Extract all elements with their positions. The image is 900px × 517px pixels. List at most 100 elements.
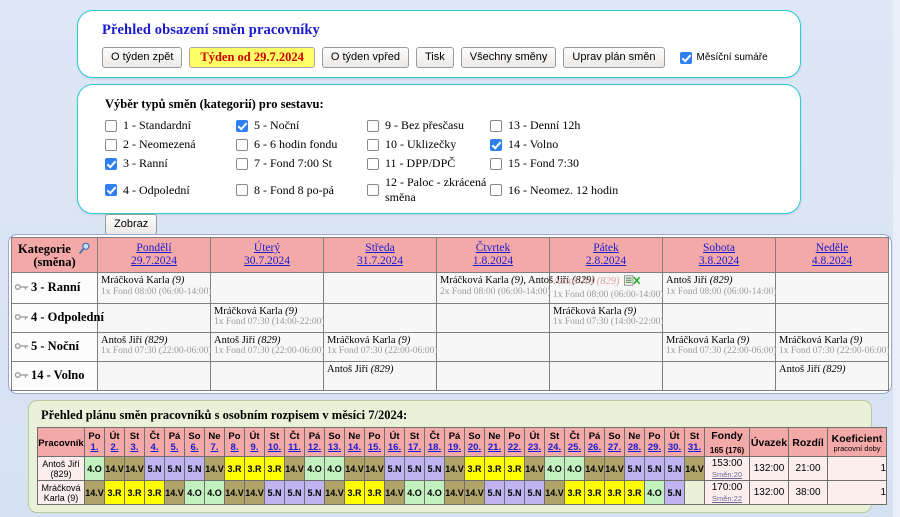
shift-cell-r1-d1[interactable]: Mráčková Karla (9) 1x Fond 07:30 (14:00-2…	[210, 302, 325, 333]
summary-shift-cell-r0-d30[interactable]: 5.N	[664, 456, 685, 481]
checkbox-icon[interactable]	[490, 157, 502, 170]
edit-shift-plan-button[interactable]: Uprav plán směn	[563, 47, 665, 68]
summary-day-header-5[interactable]: Pá 5.	[164, 427, 185, 457]
shift-cell-r3-d6[interactable]: Antoš Jiří (829)	[775, 360, 889, 391]
summary-day-header-26[interactable]: Pá 26.	[584, 427, 605, 457]
shift-cell-r2-d5[interactable]: Mráčková Karla (9) 1x Fond 07:30 (22:00-0…	[662, 331, 777, 362]
summary-shift-cell-r1-d30[interactable]: 5.N	[664, 480, 685, 505]
shift-cell-r3-d3[interactable]	[436, 360, 550, 391]
checkbox-icon[interactable]	[105, 184, 117, 196]
all-shifts-button[interactable]: Všechny směny	[460, 47, 557, 68]
key-icon[interactable]	[14, 369, 29, 378]
day-date-5[interactable]: 3.8.2024	[666, 255, 772, 268]
day-date-4[interactable]: 2.8.2024	[553, 255, 659, 268]
day-date-1[interactable]: 30.7.2024	[214, 255, 320, 268]
day-number[interactable]: 23.	[525, 442, 544, 453]
prev-week-button[interactable]: O týden zpět	[102, 47, 183, 68]
summary-day-header-16[interactable]: Út 16.	[384, 427, 405, 457]
day-number[interactable]: 8.	[225, 442, 244, 453]
summary-shift-cell-r1-d19[interactable]: 14.V	[444, 480, 465, 505]
key-icon[interactable]	[14, 311, 29, 320]
shift-cell-r0-d5[interactable]: Antoš Jiří (829) 1x Fond 08:00 (06:00-14:…	[662, 272, 777, 304]
checkbox-icon[interactable]	[367, 119, 379, 132]
day-date-0[interactable]: 29.7.2024	[101, 255, 207, 268]
summary-day-header-10[interactable]: St 10.	[264, 427, 285, 457]
summary-day-header-14[interactable]: Ne 14.	[344, 427, 365, 457]
checkbox-icon[interactable]	[679, 51, 692, 64]
category-checkbox-10[interactable]: 10 - Uklizečky	[367, 137, 490, 152]
show-button[interactable]: Zobraz	[105, 214, 158, 235]
summary-shift-cell-r1-d25[interactable]: 3.R	[564, 480, 585, 505]
checkbox-icon[interactable]	[236, 119, 248, 132]
shift-cell-r3-d4[interactable]	[549, 360, 663, 391]
summary-day-header-22[interactable]: Po 22.	[504, 427, 525, 457]
summary-day-header-21[interactable]: Ne 21.	[484, 427, 505, 457]
summary-shift-cell-r1-d8[interactable]: 14.V	[224, 480, 245, 505]
category-checkbox-12[interactable]: 12 - Paloc - zkrácená směna	[367, 175, 490, 205]
day-number[interactable]: 15.	[365, 442, 384, 453]
summary-day-header-11[interactable]: Čt 11.	[284, 427, 305, 457]
summary-day-header-12[interactable]: Pá 12.	[304, 427, 325, 457]
checkbox-icon[interactable]	[367, 184, 379, 196]
day-number[interactable]: 25.	[565, 442, 584, 453]
summary-shift-cell-r1-d13[interactable]: 14.V	[324, 480, 345, 505]
day-number[interactable]: 22.	[505, 442, 524, 453]
day-number[interactable]: 2.	[105, 442, 124, 453]
day-number[interactable]: 11.	[285, 442, 304, 453]
shift-cell-r2-d4[interactable]	[549, 331, 663, 362]
day-number[interactable]: 9.	[245, 442, 264, 453]
summary-shift-cell-r1-d15[interactable]: 3.R	[364, 480, 385, 505]
checkbox-icon[interactable]	[236, 138, 248, 151]
current-week-button[interactable]: Týden od 29.7.2024	[189, 47, 315, 68]
shift-cell-r1-d0[interactable]	[97, 302, 211, 333]
day-number[interactable]: 29.	[645, 442, 664, 453]
day-date-3[interactable]: 1.8.2024	[440, 255, 546, 268]
summary-shift-cell-r0-d2[interactable]: 14.V	[104, 456, 125, 481]
summary-day-header-6[interactable]: So 6.	[184, 427, 205, 457]
summary-day-header-27[interactable]: So 27.	[604, 427, 625, 457]
monthly-summary-checkbox[interactable]: Měsíční sumáře	[679, 51, 768, 64]
day-number[interactable]: 26.	[585, 442, 604, 453]
day-number[interactable]: 3.	[125, 442, 144, 453]
summary-shift-cell-r0-d12[interactable]: 4.O	[304, 456, 325, 481]
summary-day-header-4[interactable]: Čt 4.	[144, 427, 165, 457]
shift-cell-r2-d0[interactable]: Antoš Jiří (829) 1x Fond 07:30 (22:00-06:…	[97, 331, 212, 362]
category-checkbox-6[interactable]: 6 - 6 hodin fondu	[236, 137, 367, 152]
detail-icons[interactable]	[623, 275, 641, 290]
summary-day-header-28[interactable]: Ne 28.	[624, 427, 645, 457]
summary-shift-cell-r1-d27[interactable]: 3.R	[604, 480, 625, 505]
summary-day-header-7[interactable]: Ne 7.	[204, 427, 225, 457]
summary-shift-cell-r0-d21[interactable]: 3.R	[484, 456, 505, 481]
summary-day-header-15[interactable]: Po 15.	[364, 427, 385, 457]
summary-shift-cell-r1-d5[interactable]: 14.V	[164, 480, 185, 505]
shift-cell-r0-d6[interactable]	[775, 272, 889, 304]
next-week-button[interactable]: O týden vpřed	[321, 47, 409, 68]
summary-shift-cell-r1-d4[interactable]: 3.R	[144, 480, 165, 505]
checkbox-icon[interactable]	[105, 157, 117, 170]
summary-day-header-1[interactable]: Po 1.	[84, 427, 105, 457]
category-checkbox-5[interactable]: 5 - Noční	[236, 118, 367, 133]
day-number[interactable]: 19.	[445, 442, 464, 453]
day-name-5[interactable]: Sobota	[666, 242, 772, 255]
day-number[interactable]: 31.	[685, 442, 704, 453]
summary-shift-cell-r0-d26[interactable]: 14.V	[584, 456, 605, 481]
summary-shift-cell-r1-d9[interactable]: 14.V	[244, 480, 265, 505]
summary-day-header-9[interactable]: Út 9.	[244, 427, 265, 457]
category-checkbox-15[interactable]: 15 - Fond 7:30	[490, 156, 800, 171]
summary-shift-cell-r1-d16[interactable]: 14.V	[384, 480, 405, 505]
summary-shift-cell-r1-d29[interactable]: 4.O	[644, 480, 665, 505]
shift-cell-r2-d6[interactable]: Mráčková Karla (9) 1x Fond 07:30 (22:00-0…	[775, 331, 890, 362]
shift-cell-r0-d4[interactable]: Antoš Jiří (829) 1x Fond 08:00 (06:00-14:…	[549, 272, 664, 304]
day-number[interactable]: 6.	[185, 442, 204, 453]
category-cell-1[interactable]: 4 - Odpolední	[11, 302, 104, 333]
summary-day-header-24[interactable]: St 24.	[544, 427, 565, 457]
day-number[interactable]: 17.	[405, 442, 424, 453]
summary-shift-cell-r0-d14[interactable]: 14.V	[344, 456, 365, 481]
summary-day-header-3[interactable]: St 3.	[124, 427, 145, 457]
summary-shift-cell-r1-d21[interactable]: 5.N	[484, 480, 505, 505]
checkbox-icon[interactable]	[490, 119, 502, 132]
shift-cell-r3-d0[interactable]	[97, 360, 211, 391]
summary-shift-cell-r1-d12[interactable]: 5.N	[304, 480, 325, 505]
summary-shift-cell-r0-d22[interactable]: 3.R	[504, 456, 525, 481]
shift-cell-r1-d5[interactable]	[662, 302, 776, 333]
